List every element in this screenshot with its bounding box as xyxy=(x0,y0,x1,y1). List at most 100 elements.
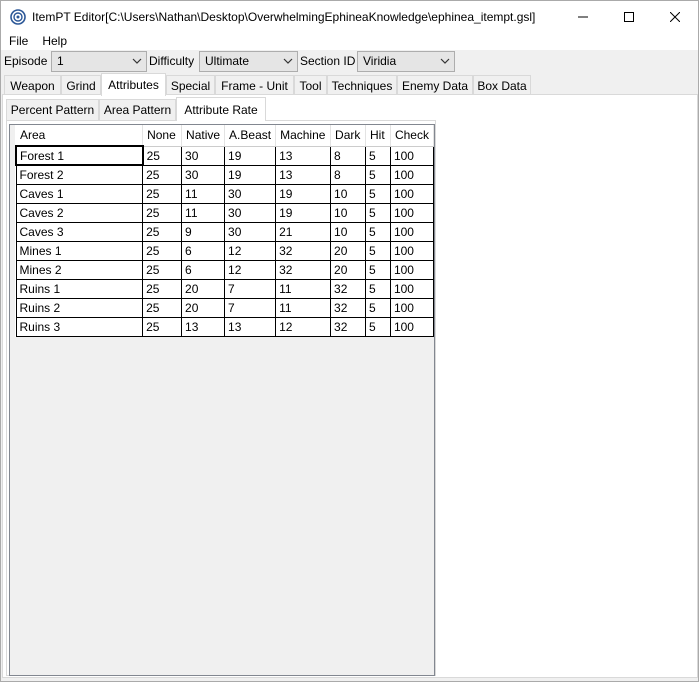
cell-native[interactable]: 20 xyxy=(181,297,226,318)
cell-area[interactable]: Forest 2 xyxy=(15,164,144,185)
cell-check[interactable]: 100 xyxy=(389,259,435,280)
cell-area[interactable]: Forest 1 xyxy=(15,145,144,166)
tab-box-data[interactable]: Box Data xyxy=(473,75,531,95)
cell-area[interactable]: Mines 2 xyxy=(15,259,144,280)
cell-native[interactable]: 6 xyxy=(181,259,226,280)
cell-abeast[interactable]: 19 xyxy=(224,164,277,185)
cell-hit[interactable]: 5 xyxy=(365,221,391,242)
cell-machine[interactable]: 21 xyxy=(275,221,332,242)
cell-hit[interactable]: 5 xyxy=(365,316,391,337)
cell-dark[interactable]: 32 xyxy=(330,278,367,299)
cell-check[interactable]: 100 xyxy=(389,278,435,299)
cell-area[interactable]: Ruins 1 xyxy=(15,278,144,299)
column-header-native[interactable]: Native xyxy=(181,125,226,147)
close-button[interactable] xyxy=(652,1,698,32)
column-header-hit[interactable]: Hit xyxy=(365,125,391,147)
cell-abeast[interactable]: 7 xyxy=(224,297,277,318)
tab-enemy-data[interactable]: Enemy Data xyxy=(397,75,473,95)
menu-file[interactable]: File xyxy=(1,34,35,48)
cell-none[interactable]: 25 xyxy=(142,278,183,299)
cell-hit[interactable]: 5 xyxy=(365,202,391,223)
cell-none[interactable]: 25 xyxy=(142,297,183,318)
section-id-select[interactable]: Viridia xyxy=(357,51,455,72)
cell-none[interactable]: 25 xyxy=(142,202,183,223)
cell-hit[interactable]: 5 xyxy=(365,145,391,166)
cell-machine[interactable]: 13 xyxy=(275,164,332,185)
cell-native[interactable]: 30 xyxy=(181,164,226,185)
title-bar[interactable]: ItemPT Editor[C:\Users\Nathan\Desktop\Ov… xyxy=(1,1,698,32)
cell-hit[interactable]: 5 xyxy=(365,183,391,204)
cell-none[interactable]: 25 xyxy=(142,145,183,166)
cell-abeast[interactable]: 30 xyxy=(224,202,277,223)
cell-check[interactable]: 100 xyxy=(389,183,435,204)
episode-select[interactable]: 1 xyxy=(51,51,147,72)
cell-check[interactable]: 100 xyxy=(389,297,435,318)
cell-check[interactable]: 100 xyxy=(389,221,435,242)
cell-area[interactable]: Caves 1 xyxy=(15,183,144,204)
cell-machine[interactable]: 32 xyxy=(275,240,332,261)
column-header-none[interactable]: None xyxy=(142,125,183,147)
subtab-percent-pattern[interactable]: Percent Pattern xyxy=(6,99,99,120)
cell-machine[interactable]: 11 xyxy=(275,297,332,318)
difficulty-select[interactable]: Ultimate xyxy=(199,51,298,72)
cell-native[interactable]: 9 xyxy=(181,221,226,242)
minimize-button[interactable] xyxy=(560,1,606,32)
tab-frame-unit[interactable]: Frame - Unit xyxy=(215,75,294,95)
cell-none[interactable]: 25 xyxy=(142,164,183,185)
cell-none[interactable]: 25 xyxy=(142,316,183,337)
cell-check[interactable]: 100 xyxy=(389,316,435,337)
cell-dark[interactable]: 32 xyxy=(330,316,367,337)
cell-hit[interactable]: 5 xyxy=(365,297,391,318)
cell-abeast[interactable]: 30 xyxy=(224,221,277,242)
column-header-check[interactable]: Check xyxy=(390,125,435,147)
tab-attributes[interactable]: Attributes xyxy=(101,73,166,96)
tab-weapon[interactable]: Weapon xyxy=(4,75,61,95)
cell-none[interactable]: 25 xyxy=(142,259,183,280)
cell-area[interactable]: Ruins 2 xyxy=(15,297,144,318)
cell-dark[interactable]: 10 xyxy=(330,202,367,223)
cell-abeast[interactable]: 30 xyxy=(224,183,277,204)
column-header-area[interactable]: Area xyxy=(16,125,144,147)
cell-hit[interactable]: 5 xyxy=(365,259,391,280)
tab-tool[interactable]: Tool xyxy=(294,75,327,95)
cell-abeast[interactable]: 7 xyxy=(224,278,277,299)
cell-native[interactable]: 13 xyxy=(181,316,226,337)
cell-machine[interactable]: 19 xyxy=(275,202,332,223)
cell-check[interactable]: 100 xyxy=(389,240,435,261)
column-header-dark[interactable]: Dark xyxy=(330,125,367,147)
cell-dark[interactable]: 10 xyxy=(330,183,367,204)
cell-check[interactable]: 100 xyxy=(389,202,435,223)
cell-area[interactable]: Caves 2 xyxy=(15,202,144,223)
cell-abeast[interactable]: 19 xyxy=(224,145,277,166)
subtab-attribute-rate[interactable]: Attribute Rate xyxy=(176,97,266,121)
cell-check[interactable]: 100 xyxy=(389,164,435,185)
cell-none[interactable]: 25 xyxy=(142,183,183,204)
cell-dark[interactable]: 8 xyxy=(330,145,367,166)
tab-special[interactable]: Special xyxy=(166,75,215,95)
cell-hit[interactable]: 5 xyxy=(365,164,391,185)
subtab-area-pattern[interactable]: Area Pattern xyxy=(99,99,176,120)
cell-machine[interactable]: 13 xyxy=(275,145,332,166)
menu-help[interactable]: Help xyxy=(35,34,74,48)
column-header-machine[interactable]: Machine xyxy=(275,125,332,147)
cell-dark[interactable]: 10 xyxy=(330,221,367,242)
cell-check[interactable]: 100 xyxy=(389,145,435,166)
tab-techniques[interactable]: Techniques xyxy=(327,75,397,95)
tab-grind[interactable]: Grind xyxy=(61,75,101,95)
cell-hit[interactable]: 5 xyxy=(365,240,391,261)
cell-native[interactable]: 20 xyxy=(181,278,226,299)
cell-abeast[interactable]: 12 xyxy=(224,259,277,280)
cell-none[interactable]: 25 xyxy=(142,240,183,261)
cell-native[interactable]: 11 xyxy=(181,183,226,204)
cell-machine[interactable]: 11 xyxy=(275,278,332,299)
cell-machine[interactable]: 32 xyxy=(275,259,332,280)
cell-area[interactable]: Caves 3 xyxy=(15,221,144,242)
cell-native[interactable]: 6 xyxy=(181,240,226,261)
cell-abeast[interactable]: 13 xyxy=(224,316,277,337)
cell-machine[interactable]: 12 xyxy=(275,316,332,337)
cell-native[interactable]: 30 xyxy=(181,145,226,166)
attribute-rate-grid[interactable]: Area None Native A.Beast Machine Dark Hi… xyxy=(9,124,435,676)
cell-area[interactable]: Ruins 3 xyxy=(15,316,144,337)
cell-abeast[interactable]: 12 xyxy=(224,240,277,261)
cell-machine[interactable]: 19 xyxy=(275,183,332,204)
